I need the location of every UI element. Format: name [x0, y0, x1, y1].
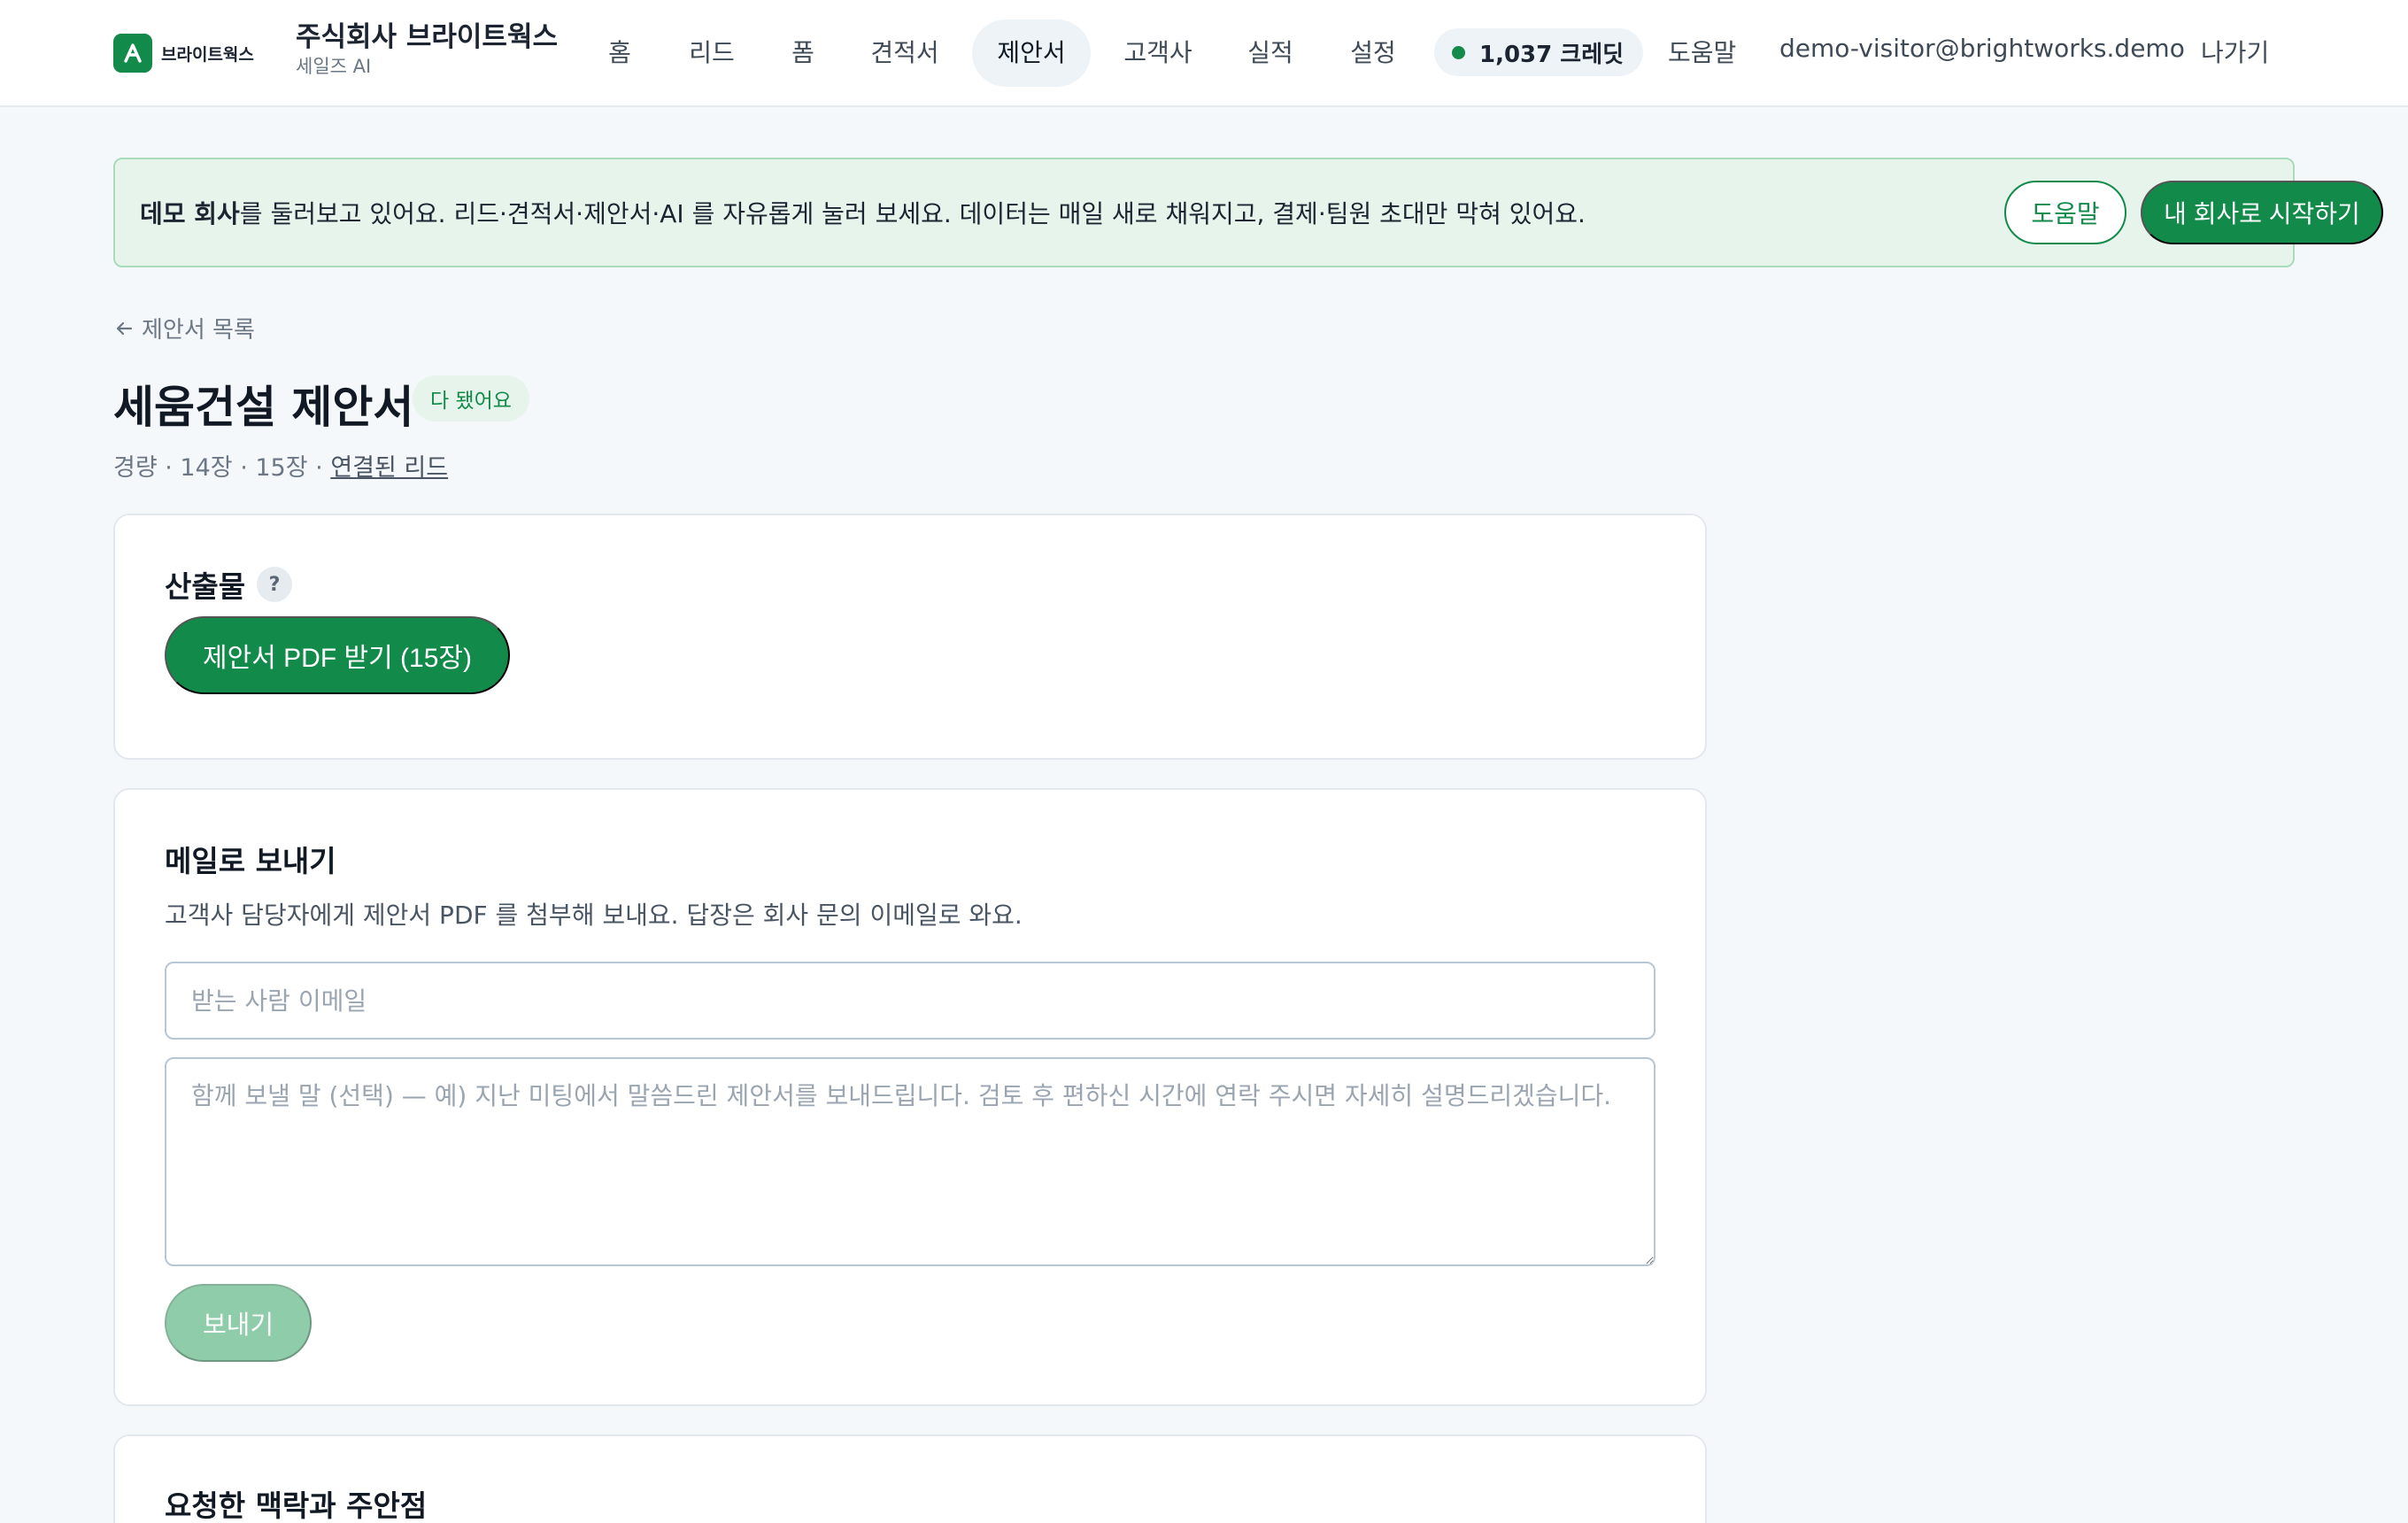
message-textarea[interactable] — [165, 1057, 1656, 1266]
brand-logo[interactable]: 브라이트웍스 — [113, 32, 254, 74]
nav-settings[interactable]: 설정 — [1342, 19, 1404, 87]
download-pdf-button[interactable]: 제안서 PDF 받기 (15장) — [165, 616, 510, 694]
company-name: 주식회사 브라이트웍스 — [296, 21, 558, 53]
send-email-button[interactable]: 보내기 — [165, 1284, 312, 1362]
help-link[interactable]: 도움말 — [1668, 34, 1736, 69]
nav-forms[interactable]: 폼 — [783, 19, 823, 87]
back-to-proposals-link[interactable]: 제안서 목록 — [113, 312, 255, 344]
arrow-left-icon — [116, 321, 133, 335]
meta-text: 경량 · 14장 · 15장 · — [113, 454, 331, 482]
status-badge: 다 됐어요 — [413, 375, 529, 421]
banner-body: 를 둘러보고 있어요. 리드·견적서·제안서·AI 를 자유롭게 눌러 보세요.… — [239, 199, 1586, 228]
nav-quotes[interactable]: 견적서 — [864, 19, 945, 87]
nav-proposals[interactable]: 제안서 — [972, 19, 1091, 87]
company-info: 주식회사 브라이트웍스 세일즈 AI — [296, 19, 558, 78]
banner-help-button[interactable]: 도움말 — [2004, 181, 2126, 244]
logo-icon — [113, 34, 152, 73]
email-card-title: 메일로 보내기 — [165, 844, 336, 878]
nav-leads[interactable]: 리드 — [682, 19, 742, 87]
status-dot-icon — [1452, 45, 1465, 59]
linked-lead-link[interactable]: 연결된 리드 — [330, 454, 448, 482]
top-nav: 브라이트웍스 주식회사 브라이트웍스 세일즈 AI 홈 리드 폼 견적서 제안서… — [0, 0, 2408, 107]
banner-bold: 데모 회사 — [140, 199, 240, 228]
output-card-title: 산출물 — [165, 569, 246, 604]
nav-clients[interactable]: 고객사 — [1117, 19, 1199, 87]
proposal-meta: 경량 · 14장 · 15장 · 연결된 리드 — [113, 448, 448, 483]
nav-performance[interactable]: 실적 — [1239, 19, 1301, 87]
start-own-company-button[interactable]: 내 회사로 시작하기 — [2141, 181, 2383, 244]
logo-text: 브라이트웍스 — [161, 44, 254, 65]
help-tooltip-icon[interactable]: ? — [257, 567, 292, 602]
back-link-label: 제안서 목록 — [142, 317, 255, 344]
email-card-description: 고객사 담당자에게 제안서 PDF 를 첨부해 보내요. 답장은 회사 문의 이… — [165, 901, 1023, 930]
nav-home[interactable]: 홈 — [598, 19, 641, 87]
company-subtitle: 세일즈 AI — [296, 56, 372, 77]
recipient-email-input[interactable] — [165, 962, 1656, 1040]
banner-message: 데모 회사를 둘러보고 있어요. 리드·견적서·제안서·AI 를 자유롭게 눌러… — [140, 195, 1586, 230]
logout-link[interactable]: 나가기 — [2201, 34, 2269, 69]
page-title: 세움건설 제안서 — [113, 382, 414, 433]
context-card-title: 요청한 맥락과 주안점 — [165, 1488, 428, 1523]
credits-value: 1,037 크레딧 — [1479, 41, 1625, 68]
demo-banner: 데모 회사를 둘러보고 있어요. 리드·견적서·제안서·AI 를 자유롭게 눌러… — [113, 158, 2383, 267]
user-email[interactable]: demo-visitor@brightworks.demo — [1779, 34, 2185, 63]
credits-badge[interactable]: 1,037 크레딧 — [1434, 28, 1644, 76]
